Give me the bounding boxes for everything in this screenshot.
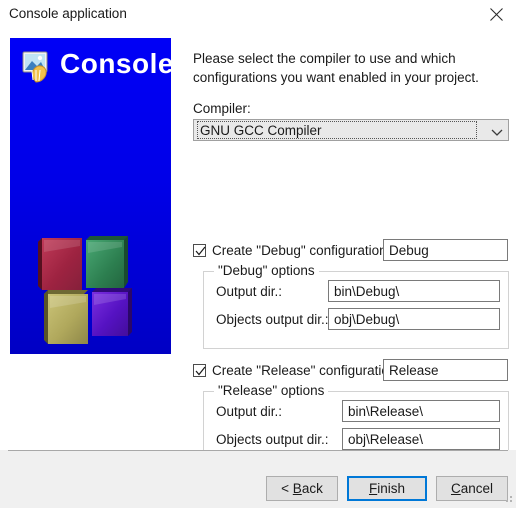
create-release-configuration-checkbox[interactable]	[193, 364, 206, 377]
cubes-graphic	[32, 228, 152, 348]
dialog-content: Console Please select the compiler to us…	[0, 29, 516, 469]
finish-button-rest: inish	[377, 481, 405, 496]
debug-options-legend: "Debug" options	[214, 263, 319, 278]
cancel-button-rest: ancel	[460, 481, 494, 496]
console-application-wizard-window: Console application Console Please selec…	[0, 0, 516, 508]
title-bar: Console application	[0, 0, 516, 29]
release-output-dir-input[interactable]	[342, 400, 500, 422]
debug-output-dir-label: Output dir.:	[216, 284, 283, 299]
back-button[interactable]: < Back	[266, 476, 338, 501]
wizard-banner: Console	[9, 37, 172, 355]
back-button-mnemonic: B	[292, 481, 302, 496]
debug-configuration-name-input[interactable]	[383, 239, 508, 261]
cancel-button-mnemonic: C	[450, 481, 461, 496]
compiler-select[interactable]: GNU GCC Compiler	[193, 119, 509, 141]
banner-title: Console	[60, 48, 172, 79]
debug-objects-dir-input[interactable]	[328, 308, 500, 330]
release-configuration-name-input[interactable]	[383, 359, 508, 381]
close-button[interactable]	[478, 0, 516, 29]
debug-objects-dir-label: Objects output dir.:	[216, 312, 329, 327]
back-button-rest: ack	[301, 481, 323, 496]
window-title: Console application	[9, 6, 127, 21]
resize-grip[interactable]	[501, 493, 513, 505]
compiler-selected-value: GNU GCC Compiler	[197, 121, 477, 139]
back-button-prefix: <	[281, 481, 293, 496]
finish-button-mnemonic: F	[368, 481, 378, 496]
chevron-down-icon	[490, 125, 504, 136]
create-release-configuration-label: Create "Release" configuration:	[212, 363, 401, 378]
create-debug-configuration-label: Create "Debug" configuration:	[212, 243, 391, 258]
dialog-footer: < Back Finish Cancel	[0, 450, 516, 508]
finish-button[interactable]: Finish	[347, 476, 427, 501]
debug-options-group: "Debug" options Output dir.: Objects out…	[203, 263, 509, 349]
create-debug-configuration-checkbox[interactable]	[193, 244, 206, 257]
compiler-label: Compiler:	[193, 101, 251, 116]
intro-text: Please select the compiler to use and wh…	[193, 51, 479, 85]
wizard-pane: Please select the compiler to use and wh…	[185, 29, 516, 469]
image-picture-icon	[21, 50, 55, 84]
release-objects-dir-label: Objects output dir.:	[216, 432, 329, 447]
release-objects-dir-input[interactable]	[342, 428, 500, 450]
release-options-legend: "Release" options	[214, 383, 329, 398]
footer-separator	[8, 450, 508, 451]
debug-output-dir-input[interactable]	[328, 280, 500, 302]
release-output-dir-label: Output dir.:	[216, 404, 283, 419]
cancel-button[interactable]: Cancel	[436, 476, 508, 501]
